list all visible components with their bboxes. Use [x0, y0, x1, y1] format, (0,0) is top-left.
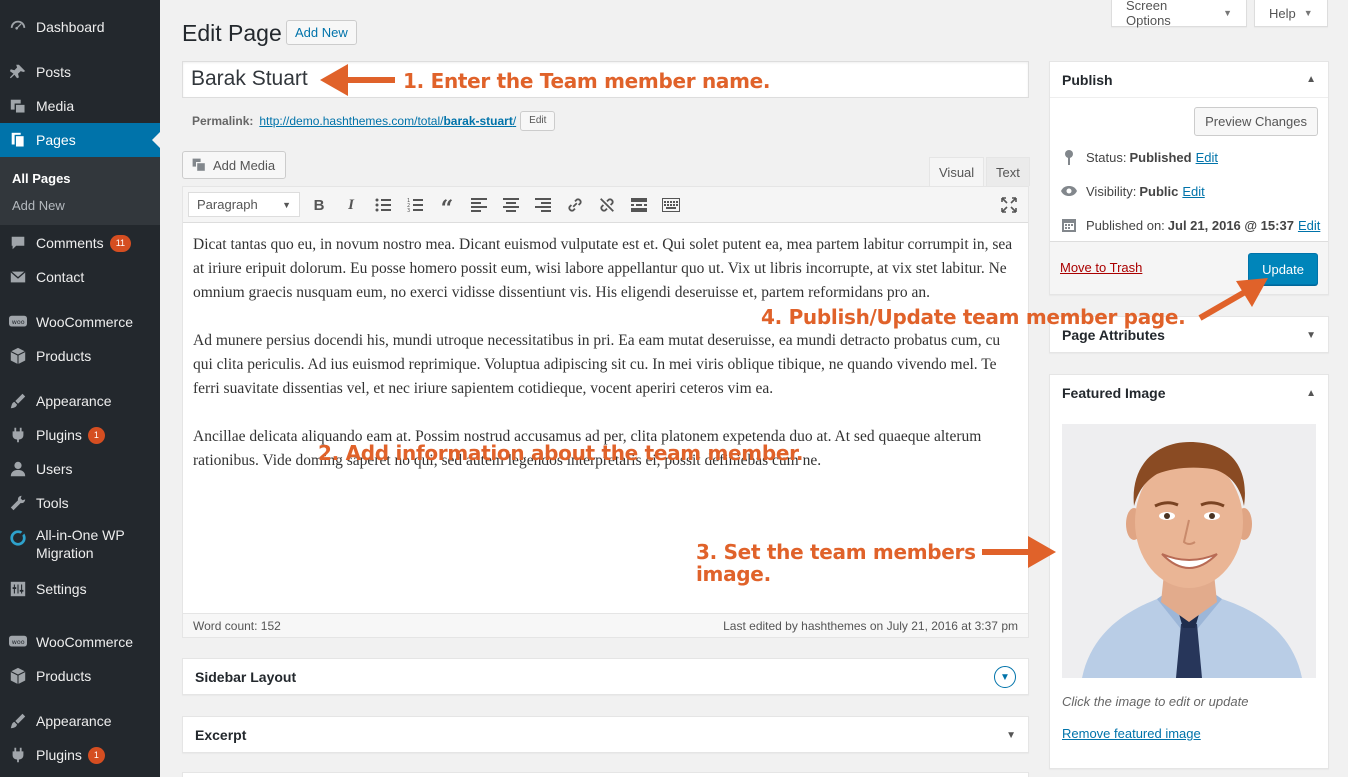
arrow-left-icon: [320, 64, 395, 96]
annotation-step-3: 3. Set the team members image.: [696, 541, 976, 585]
annotation-step-3-line1: 3. Set the team members: [696, 540, 976, 564]
arrow-right-icon: [982, 536, 1056, 568]
annotation-step-1: 1. Enter the Team member name.: [403, 69, 771, 93]
annotation-step-3-line2: image.: [696, 562, 771, 586]
arrow-up-right-icon: [1198, 278, 1268, 321]
annotation-step-4: 4. Publish/Update team member page.: [761, 305, 1186, 329]
annotation-step-2: 2. Add information about the team member…: [318, 441, 804, 465]
annotation-arrows: [320, 64, 1268, 568]
